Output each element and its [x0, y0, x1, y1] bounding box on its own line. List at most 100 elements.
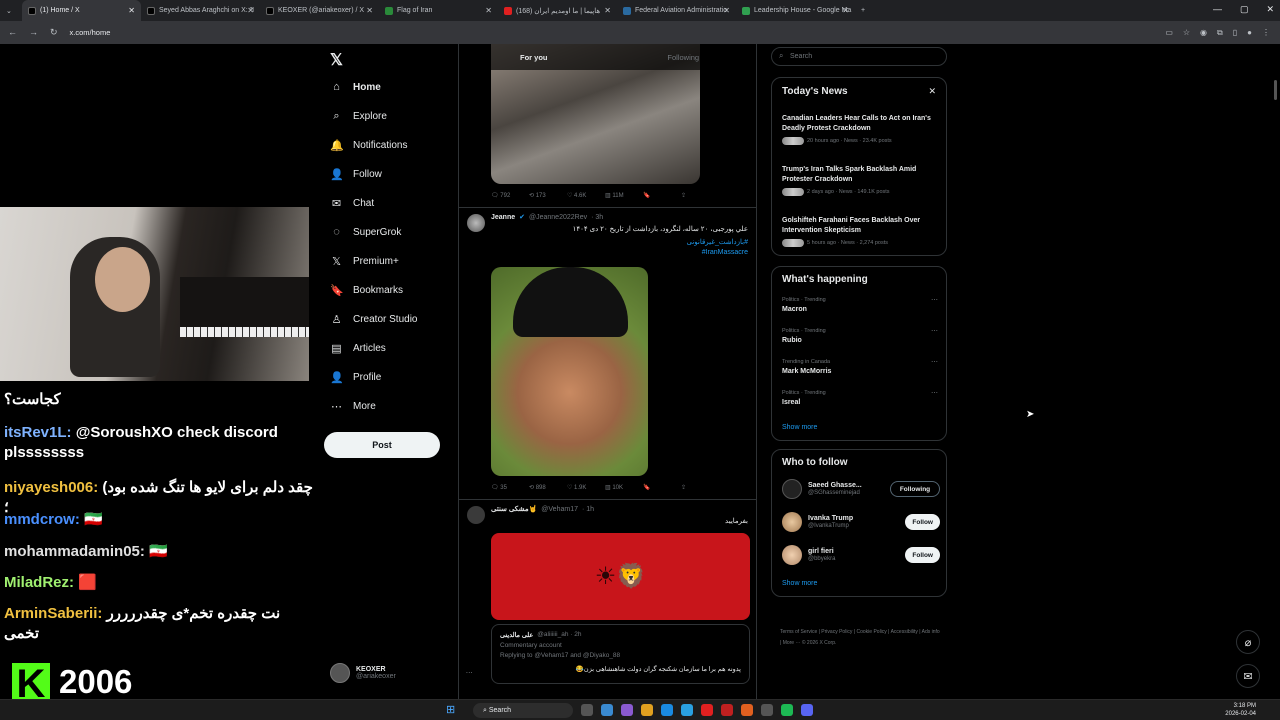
- close-tab-icon[interactable]: ✕: [723, 6, 730, 15]
- extension-icon[interactable]: ◉: [1200, 28, 1207, 38]
- menu-icon[interactable]: ⋮: [1262, 28, 1270, 38]
- tab-6[interactable]: Federal Aviation Administratio ✕: [617, 0, 736, 21]
- search-input[interactable]: Search: [771, 47, 947, 66]
- tab-3[interactable]: KEOXER (@ariakeoxer) / X ✕: [260, 0, 379, 21]
- news-headline[interactable]: Canadian Leaders Hear Calls to Act on Ir…: [782, 114, 932, 134]
- following-button[interactable]: Following: [890, 481, 940, 497]
- nav-explore[interactable]: ⌕ Explore: [330, 110, 387, 123]
- reload-icon[interactable]: ↻: [50, 27, 58, 38]
- post-time[interactable]: · 1h: [582, 506, 594, 513]
- tab-list-button[interactable]: ⌄: [0, 0, 22, 21]
- reply-count[interactable]: 🗨 792: [491, 192, 529, 199]
- quoted-post[interactable]: علی مالدینی @aliiiiii_ah · 2h Commentary…: [491, 624, 750, 684]
- close-icon[interactable]: ✕: [928, 86, 936, 97]
- close-tab-icon[interactable]: ✕: [247, 6, 254, 15]
- messages-icon[interactable]: ✉: [1236, 664, 1260, 688]
- taskbar-search[interactable]: ⌕ Search: [473, 703, 573, 718]
- author-handle[interactable]: @Veham17: [541, 506, 578, 513]
- follow-button[interactable]: Follow: [905, 514, 940, 530]
- account-switcher[interactable]: KEOXER @ariakeoxer ⋯: [330, 663, 473, 683]
- view-count[interactable]: ▥ 10K: [605, 484, 643, 491]
- share-icon[interactable]: ⇪: [681, 484, 719, 491]
- nav-more[interactable]: ⋯ More: [330, 400, 376, 413]
- chrome-icon[interactable]: [601, 704, 613, 716]
- edge-icon[interactable]: [661, 704, 673, 716]
- nav-home[interactable]: ⌂ Home: [330, 81, 381, 93]
- nav-premium[interactable]: 𝕏 Premium+: [330, 255, 399, 268]
- trend-item[interactable]: Politics · Trending Macron: [782, 297, 826, 313]
- more-icon[interactable]: ⋯: [931, 358, 938, 366]
- app-icon[interactable]: [721, 704, 733, 716]
- back-icon[interactable]: ←: [8, 27, 17, 38]
- author-name[interactable]: Jeanne: [491, 214, 515, 221]
- reply-count[interactable]: 🗨 35: [491, 484, 529, 491]
- tab-5[interactable]: هاپیما | ما اومدیم ایران (168) ✕: [498, 0, 617, 21]
- system-clock[interactable]: 3:18 PM 2026-02-04: [1225, 702, 1256, 718]
- trend-item[interactable]: Politics · Trending Rubio: [782, 328, 826, 344]
- close-tab-icon[interactable]: ✕: [604, 6, 611, 15]
- hashtag-link[interactable]: #IranMassacre: [702, 249, 748, 256]
- profile-icon[interactable]: ●: [1247, 28, 1252, 38]
- follow-suggestion[interactable]: Ivanka Trump @IvankaTrump Follow: [782, 512, 940, 532]
- footer-links[interactable]: Terms of Service | Privacy Policy | Cook…: [780, 627, 940, 649]
- app-icon[interactable]: [741, 704, 753, 716]
- more-icon[interactable]: ⋯: [931, 389, 938, 397]
- more-icon[interactable]: ⋯: [931, 327, 938, 335]
- follow-suggestion[interactable]: girl fieri @bbyekra Follow: [782, 545, 940, 565]
- nav-bookmarks[interactable]: 🔖 Bookmarks: [330, 284, 403, 297]
- bookmark-icon[interactable]: 🔖: [643, 192, 681, 199]
- share-icon[interactable]: ⇪: [681, 192, 719, 199]
- minimize-icon[interactable]: —: [1213, 4, 1222, 15]
- app-icon[interactable]: [761, 704, 773, 716]
- new-tab-button[interactable]: +: [855, 0, 879, 21]
- bookmark-icon[interactable]: 🔖: [643, 484, 681, 491]
- post-time[interactable]: · 3h: [591, 214, 603, 221]
- post-button[interactable]: Post: [324, 432, 440, 458]
- nav-notifications[interactable]: 🔔 Notifications: [330, 139, 407, 152]
- sidepanel-icon[interactable]: ▯: [1233, 28, 1237, 38]
- nav-supergrok[interactable]: ◌ SuperGrok: [330, 226, 401, 238]
- spotify-icon[interactable]: [781, 704, 793, 716]
- author-name[interactable]: مشکی سنتی🤘: [491, 505, 537, 513]
- discord-icon[interactable]: [801, 704, 813, 716]
- follow-suggestion[interactable]: Saeed Ghasse... @SGhasseminejad Following: [782, 479, 940, 499]
- avatar[interactable]: [467, 506, 485, 524]
- avatar[interactable]: [467, 214, 485, 232]
- nav-chat[interactable]: ✉ Chat: [330, 197, 374, 210]
- star-icon[interactable]: ☆: [1183, 28, 1190, 38]
- puzzle-icon[interactable]: ⧉: [1217, 28, 1223, 38]
- tab-for-you[interactable]: For you: [459, 44, 609, 70]
- follow-button[interactable]: Follow: [905, 547, 940, 563]
- close-tab-icon[interactable]: ✕: [128, 6, 135, 15]
- folder-icon[interactable]: [641, 704, 653, 716]
- app-icon[interactable]: [681, 704, 693, 716]
- like-count[interactable]: ♡ 1.9K: [567, 484, 605, 491]
- repost-count[interactable]: ⟲ 173: [529, 192, 567, 199]
- x-logo-icon[interactable]: 𝕏: [330, 50, 343, 70]
- nav-creator-studio[interactable]: ♙ Creator Studio: [330, 313, 418, 326]
- repost-count[interactable]: ⟲ 898: [529, 484, 567, 491]
- scrollbar[interactable]: [1274, 80, 1277, 100]
- tab-2[interactable]: Seyed Abbas Araghchi on X: "I ✕: [141, 0, 260, 21]
- url-field[interactable]: x.com/home: [70, 28, 111, 37]
- windows-start-icon[interactable]: ⊞: [446, 703, 455, 716]
- like-count[interactable]: ♡ 4.6K: [567, 192, 605, 199]
- close-window-icon[interactable]: ✕: [1266, 4, 1274, 15]
- tab-7[interactable]: Leadership House - Google Ma ✕: [736, 0, 855, 21]
- post-image[interactable]: [491, 267, 648, 476]
- tab-following[interactable]: Following: [609, 44, 757, 70]
- trend-item[interactable]: Trending in Canada Mark McMorris: [782, 359, 831, 375]
- grok-icon[interactable]: ⌀: [1236, 630, 1260, 654]
- app-icon[interactable]: [621, 704, 633, 716]
- author-handle[interactable]: @Jeanne2022Rev: [529, 214, 587, 221]
- close-tab-icon[interactable]: ✕: [842, 6, 849, 15]
- more-icon[interactable]: ⋯: [931, 296, 938, 304]
- tab-1[interactable]: (1) Home / X ✕: [22, 0, 141, 21]
- task-view-icon[interactable]: [581, 704, 593, 716]
- cast-icon[interactable]: ▭: [1165, 28, 1173, 38]
- close-tab-icon[interactable]: ✕: [366, 6, 373, 15]
- view-count[interactable]: ▥ 11M: [605, 192, 643, 199]
- show-more-link[interactable]: Show more: [782, 580, 817, 587]
- tab-4[interactable]: Flag of Iran ✕: [379, 0, 498, 21]
- hashtag-link[interactable]: #بازداشت_غیرقانونی: [686, 238, 748, 246]
